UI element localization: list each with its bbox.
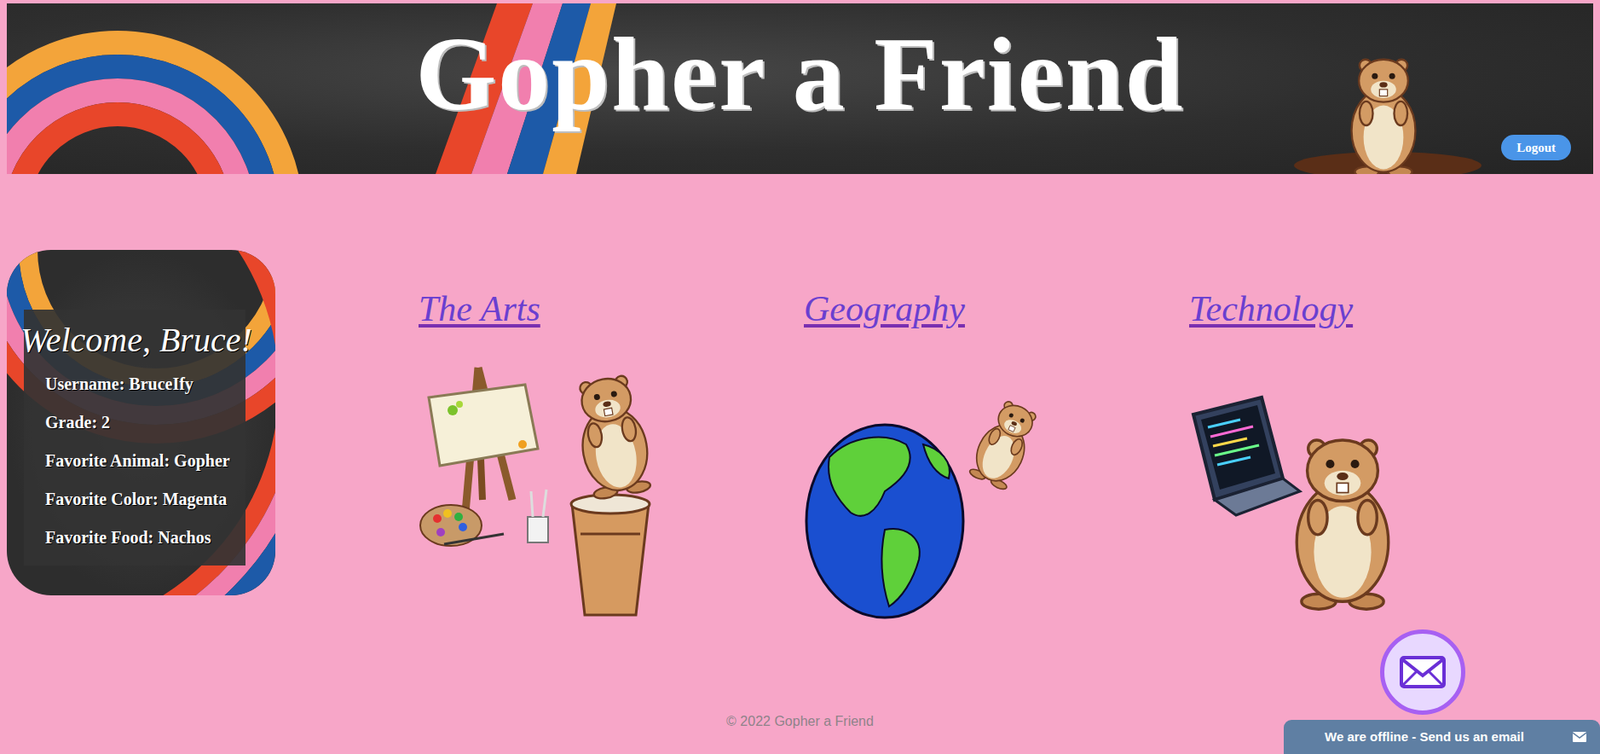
category-link[interactable]: The Arts [418,288,541,330]
envelope-icon [1398,654,1447,689]
profile-card: Welcome, Bruce! Username: BruceIfy Grade:… [6,249,276,595]
category-item: Geography [803,288,1190,619]
category-link[interactable]: Technology [1189,288,1353,330]
profile-field: Favorite Animal: Gopher [45,449,267,472]
laptop-gopher-icon[interactable] [1189,363,1454,619]
logout-button[interactable]: Logout [1501,134,1572,162]
welcome-heading: Welcome, Bruce! [20,319,267,361]
category-link[interactable]: Geography [803,288,965,330]
chat-bar[interactable]: We are offline - Send us an email [1283,719,1600,754]
category-item: The Arts [418,288,804,619]
mail-button[interactable] [1380,629,1466,715]
painting-gopher-icon[interactable] [418,363,683,619]
profile-field: Grade: 2 [45,410,267,434]
profile-field: Favorite Food: Nachos [45,525,267,549]
globe-gopher-icon[interactable] [803,363,1069,619]
category-item: Technology [1189,288,1575,619]
site-title: Gopher a Friend [6,3,1594,127]
profile-field: Favorite Color: Magenta [45,487,267,510]
chat-label: We are offline - Send us an email [1324,727,1525,747]
header-banner: Gopher a Friend Logout [6,3,1594,174]
profile-field: Username: BruceIfy [45,372,267,395]
envelope-icon [1572,731,1587,742]
